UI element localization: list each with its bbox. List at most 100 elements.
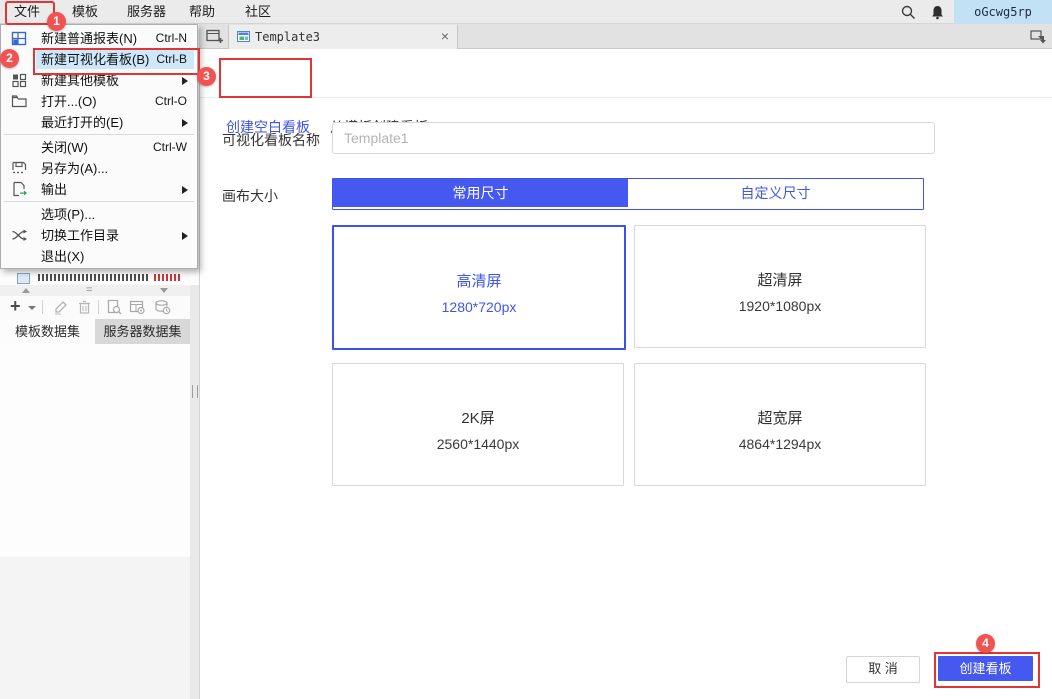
menu-help[interactable]: 帮助	[189, 0, 215, 24]
switch-workspace-icon	[11, 227, 28, 244]
menu-shortcut: Ctrl-N	[156, 28, 187, 49]
menu-item-new-other-template[interactable]: 新建其他模板	[1, 70, 197, 91]
menu-item-close[interactable]: 关闭(W) Ctrl-W	[1, 137, 197, 158]
open-folder-icon	[11, 93, 28, 110]
dock-layout-icon[interactable]	[1030, 30, 1047, 44]
menu-item-export[interactable]: 输出	[1, 179, 197, 200]
illegible-red-text	[154, 274, 182, 281]
menu-item-options[interactable]: 选项(P)...	[1, 204, 197, 225]
menu-item-label: 选项(P)...	[41, 204, 95, 225]
edit-dataset-icon[interactable]	[52, 299, 69, 316]
size-card-resolution: 1920*1080px	[635, 298, 925, 314]
canvas-size-label: 画布大小	[222, 186, 278, 206]
size-card-title: 超清屏	[635, 269, 925, 290]
menu-item-switch-workspace[interactable]: 切换工作目录	[1, 225, 197, 246]
menu-shortcut: Ctrl-O	[155, 91, 187, 112]
preview-dataset-icon[interactable]	[106, 299, 123, 316]
size-card-resolution: 4864*1294px	[635, 436, 925, 452]
dataset-toolbar: +	[0, 296, 190, 319]
tab-template3[interactable]: Template3 ×	[228, 25, 458, 49]
splitter-grip-icon[interactable]	[192, 385, 198, 398]
menu-item-exit[interactable]: 退出(X)	[1, 246, 197, 267]
size-card-title: 超宽屏	[635, 407, 925, 428]
menu-item-label: 退出(X)	[41, 246, 84, 267]
menu-item-label: 另存为(A)...	[41, 158, 108, 179]
dashboard-name-input[interactable]	[332, 122, 935, 154]
delete-dataset-icon[interactable]	[76, 299, 93, 316]
menu-shortcut: Ctrl-B	[156, 49, 187, 70]
submenu-arrow-icon	[182, 232, 188, 240]
search-icon[interactable]	[900, 4, 917, 21]
menu-item-label: 关闭(W)	[41, 137, 88, 158]
mode-common-sizes[interactable]: 常用尺寸	[333, 179, 628, 207]
menu-item-recent[interactable]: 最近打开的(E)	[1, 112, 197, 133]
size-card-title: 2K屏	[333, 407, 623, 428]
menu-separator	[4, 134, 194, 135]
tab-title: Template3	[255, 25, 320, 49]
server-dataset-icon[interactable]	[154, 299, 171, 316]
collapse-down-icon[interactable]	[160, 288, 168, 293]
annotation-step-2: 2	[0, 49, 19, 68]
notification-bell-icon[interactable]	[929, 4, 946, 21]
dashboard-name-label: 可视化看板名称	[222, 130, 320, 150]
menu-item-save-as[interactable]: 另存为(A)...	[1, 158, 197, 179]
create-dashboard-dialog: 创建空白看板 从模板创建看板 可视化看板名称 画布大小 常用尺寸 自定义尺寸 高…	[200, 49, 1052, 699]
dataset-settings-icon[interactable]	[129, 299, 146, 316]
workspace-tabbar: Template3 ×	[199, 24, 1052, 49]
file-menu-dropdown: 新建普通报表(N) Ctrl-N 新建可视化看板(B) Ctrl-B 新建其他模…	[0, 24, 198, 269]
new-tab-icon[interactable]	[206, 29, 224, 44]
panel-lower-area	[0, 557, 190, 699]
size-card-resolution: 2560*1440px	[333, 436, 623, 452]
drag-handle-icon[interactable]: =	[86, 285, 92, 296]
header-divider	[200, 97, 1052, 98]
size-card-hd[interactable]: 高清屏 1280*720px	[332, 225, 626, 350]
size-card-title: 高清屏	[334, 270, 624, 291]
annotation-step-1: 1	[47, 12, 66, 31]
menu-file[interactable]: 文件	[14, 0, 40, 24]
menu-item-open[interactable]: 打开...(O) Ctrl-O	[1, 91, 197, 112]
submenu-arrow-icon	[182, 119, 188, 127]
menu-server[interactable]: 服务器	[127, 0, 166, 24]
add-dataset-button[interactable]: +	[10, 295, 21, 318]
toolbar-divider	[98, 300, 99, 314]
menu-item-label: 切换工作目录	[41, 225, 119, 246]
add-dataset-caret-icon[interactable]	[28, 306, 36, 310]
tab-server-datasets[interactable]: 服务器数据集	[95, 319, 190, 344]
menu-item-label: 新建其他模板	[41, 70, 119, 91]
cancel-button[interactable]: 取 消	[846, 656, 920, 683]
tab-template-datasets[interactable]: 模板数据集	[0, 319, 95, 344]
export-icon	[11, 181, 28, 198]
menu-template[interactable]: 模板	[72, 0, 98, 24]
menubar: 文件 模板 服务器 帮助 社区 oGcwg5rp	[0, 0, 1052, 24]
illegible-text	[38, 274, 150, 281]
user-account-chip[interactable]: oGcwg5rp	[954, 0, 1052, 24]
panel-splitter[interactable]	[190, 285, 199, 699]
size-card-fullhd[interactable]: 超清屏 1920*1080px	[634, 225, 926, 348]
menu-item-new-report[interactable]: 新建普通报表(N) Ctrl-N	[1, 28, 197, 49]
save-as-icon	[11, 160, 28, 177]
mode-custom-size[interactable]: 自定义尺寸	[628, 179, 923, 207]
size-card-ultrawide[interactable]: 超宽屏 4864*1294px	[634, 363, 926, 486]
annotation-step-4: 4	[976, 634, 995, 653]
size-card-2k[interactable]: 2K屏 2560*1440px	[332, 363, 624, 486]
submenu-arrow-icon	[182, 77, 188, 85]
new-report-icon	[11, 30, 28, 47]
close-tab-icon[interactable]: ×	[441, 25, 449, 49]
annotation-step-3: 3	[197, 67, 216, 86]
submenu-arrow-icon	[182, 186, 188, 194]
menu-item-label: 新建可视化看板(B)	[41, 49, 149, 70]
menu-item-label: 最近打开的(E)	[41, 112, 123, 133]
other-templates-icon	[11, 72, 28, 89]
menu-item-new-dashboard[interactable]: 新建可视化看板(B) Ctrl-B	[1, 49, 197, 70]
canvas-size-mode-switch: 常用尺寸 自定义尺寸	[332, 178, 924, 210]
clipped-tree-item	[0, 267, 190, 284]
menu-shortcut: Ctrl-W	[153, 137, 187, 158]
panel-collapse-handle[interactable]: =	[0, 285, 190, 296]
menu-item-label: 新建普通报表(N)	[41, 28, 137, 49]
menu-separator	[4, 201, 194, 202]
create-dashboard-button[interactable]: 创建看板	[938, 656, 1033, 681]
menu-community[interactable]: 社区	[245, 0, 271, 24]
collapse-up-icon[interactable]	[22, 288, 30, 293]
toolbar-divider	[42, 300, 43, 314]
template-file-icon	[237, 31, 250, 42]
